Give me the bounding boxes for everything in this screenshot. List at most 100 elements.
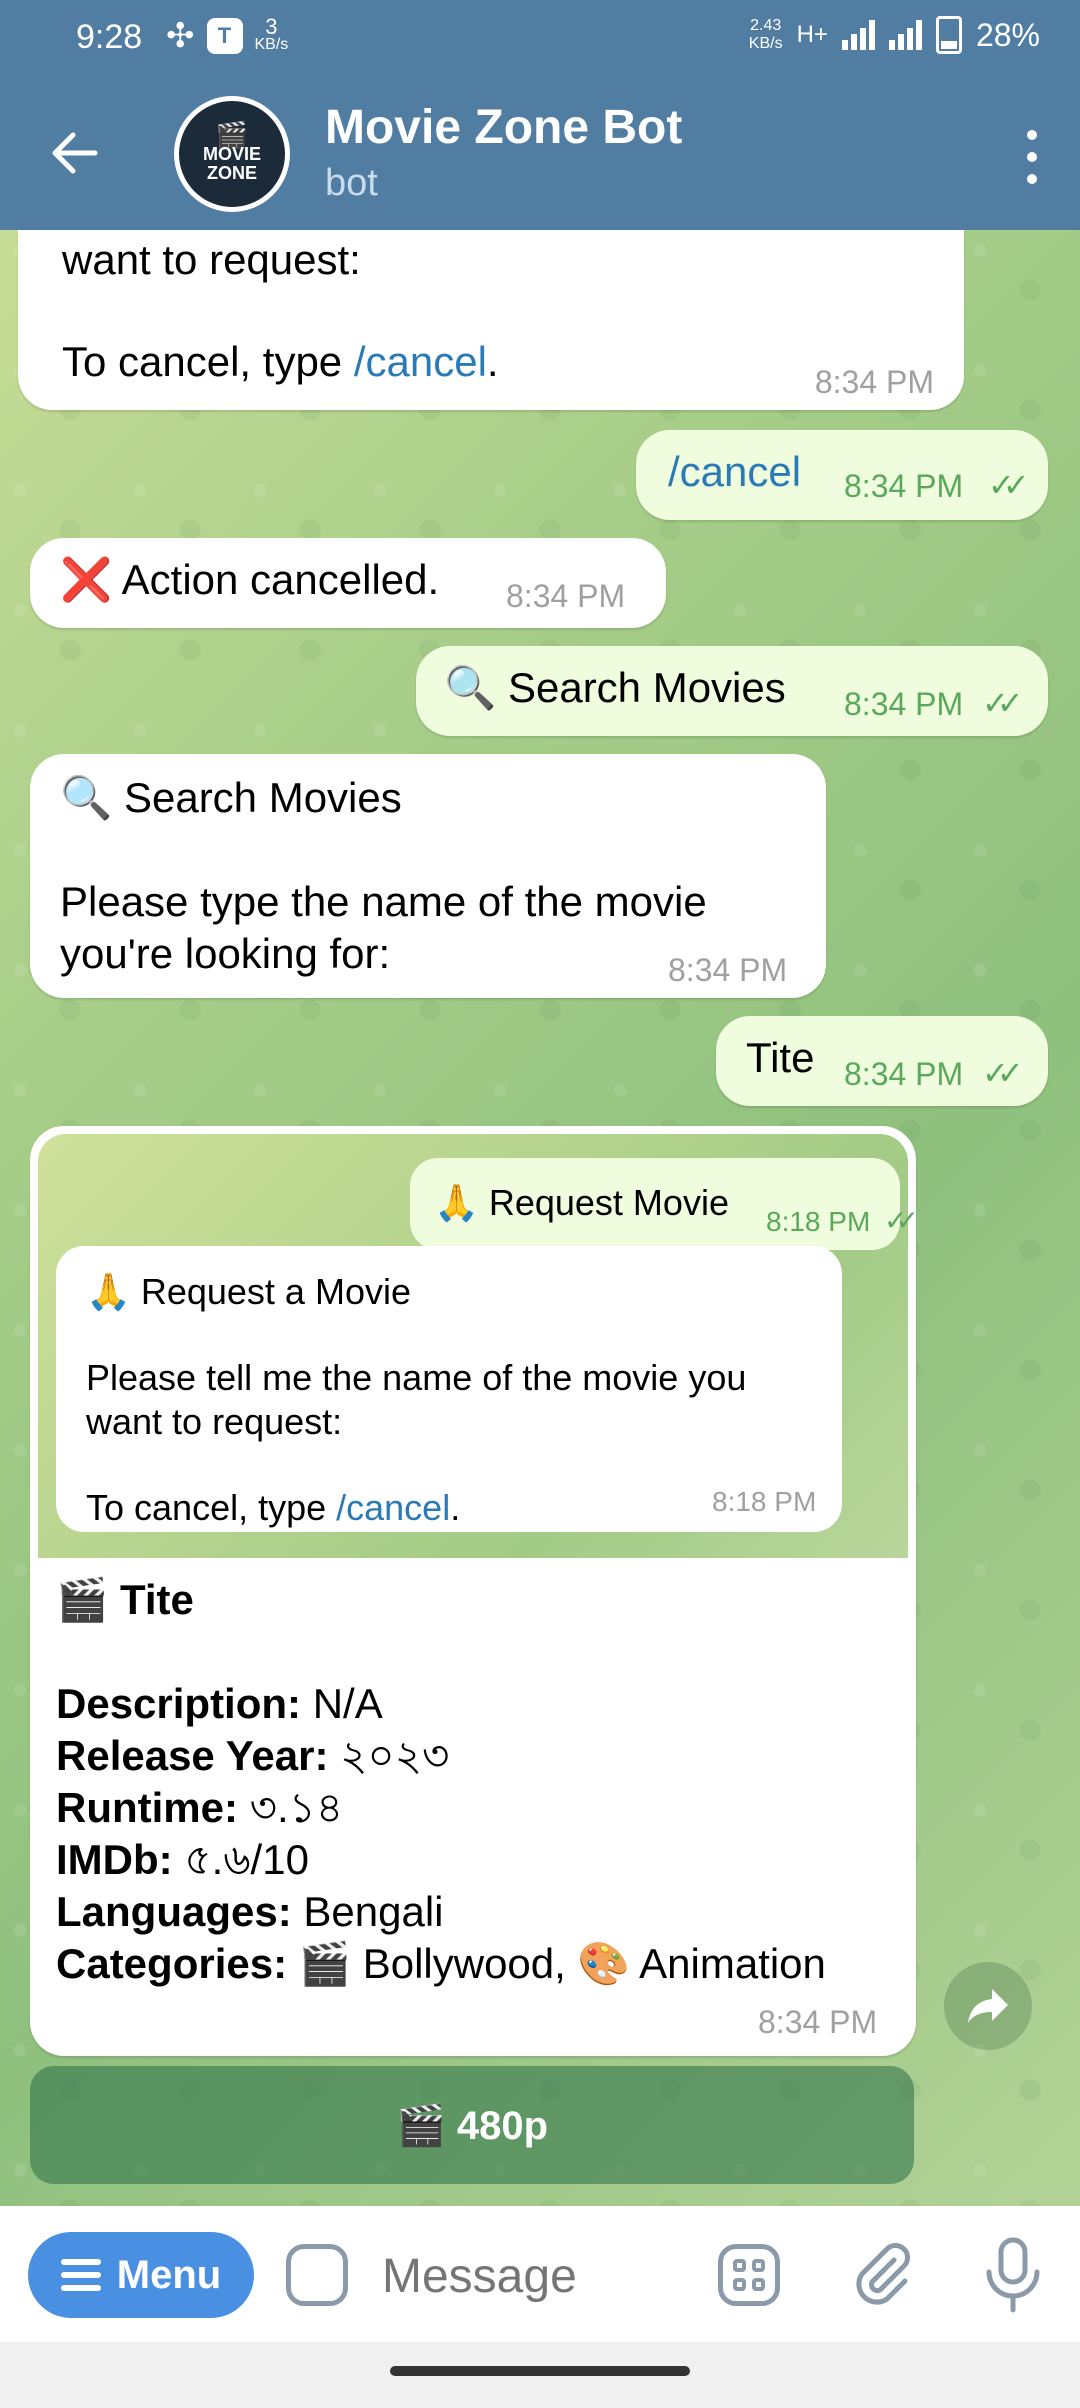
runtime-value: ৩.১৪ [249, 1784, 344, 1831]
message-input[interactable] [380, 2240, 684, 2312]
imdb-label: IMDb: [56, 1836, 173, 1883]
quoted-text: 🙏 Request Movie [434, 1182, 729, 1224]
quality-480p-button[interactable]: 🎬 480p [30, 2066, 914, 2184]
message-time: 8:34 PM [844, 686, 964, 722]
battery-icon [935, 16, 962, 54]
languages-value: Bengali [303, 1888, 444, 1935]
quoted-title: 🙏 Request a Movie [86, 1270, 812, 1314]
message-body-line2: you're looking for: [60, 930, 391, 977]
share-arrow-icon [968, 1989, 1008, 2023]
avatar-text-1: MOVIE [202, 143, 261, 164]
message-outgoing[interactable]: 🔍 Search Movies 8:34 PM ✓✓ [416, 646, 1048, 736]
bot-avatar[interactable]: 🎬 MOVIE ZONE [174, 96, 290, 212]
movie-runtime: Runtime: ৩.১৪ [56, 1782, 896, 1834]
movie-languages: Languages: Bengali [56, 1886, 896, 1938]
status-right-icons: 2.43 KB/s H+ 28% [749, 16, 1040, 54]
message-text: 🔍 Search Movies [444, 664, 786, 713]
categories-value: 🎬 Bollywood, 🎨 Animation [298, 1940, 826, 1987]
net-speed-value: 3 [265, 14, 278, 39]
message-title: 🔍 Search Movies [60, 774, 402, 823]
message-time: 8:34 PM [814, 364, 934, 400]
message-time: 8:34 PM [668, 952, 788, 988]
microphone-icon[interactable] [980, 2236, 1046, 2314]
movie-title: 🎬 Tite [56, 1574, 896, 1626]
quoted-cancel-link: /cancel [336, 1487, 451, 1528]
movie-categories: Categories: 🎬 Bollywood, 🎨 Animation [56, 1938, 896, 1990]
clapperboard-icon: 🎬 [56, 1576, 109, 1623]
net-speed-unit: KB/s [254, 36, 289, 53]
status-time: 9:28 [76, 18, 143, 56]
message-incoming[interactable]: want to request: To cancel, type /cancel… [18, 230, 964, 410]
message-text-value: Action cancelled. [121, 556, 440, 603]
message-time: 8:34 PM [844, 1056, 964, 1092]
description-label: Description: [56, 1680, 302, 1727]
right-speed-value: 2.43 [750, 17, 782, 34]
status-bar: 9:28 ✣ T 3 KB/s 2.43 KB/s H+ 28% [0, 0, 1080, 76]
message-text-line2: To cancel, type /cancel. [62, 338, 499, 386]
magnifier-icon: 🔍 [60, 774, 113, 821]
categories-label: Categories: [56, 1940, 288, 1987]
magnifier-icon: 🔍 [444, 664, 497, 711]
fan-icon: ✣ [166, 17, 195, 55]
movie-description: Description: N/A [56, 1678, 896, 1730]
message-body-line1: Please type the name of the movie [60, 878, 707, 925]
message-incoming[interactable]: 🔍 Search Movies Please type the name of … [30, 754, 826, 998]
sticker-icon[interactable] [286, 2244, 348, 2306]
more-options-button[interactable] [1010, 124, 1054, 190]
description-value: N/A [312, 1680, 383, 1727]
chat-header: 9:28 ✣ T 3 KB/s 2.43 KB/s H+ 28% 🎬 MOVIE… [0, 0, 1080, 230]
clapperboard-icon: 🎬 [215, 119, 249, 150]
network-type: H+ [796, 21, 828, 48]
dot-icon [1027, 130, 1037, 140]
attach-icon[interactable] [850, 2242, 916, 2308]
message-text: want to request: [62, 236, 361, 283]
app-notification-icon: T [206, 18, 243, 54]
message-title-text: Search Movies [123, 774, 402, 821]
double-check-icon: ✓✓ [982, 685, 1023, 721]
signal-icon-2 [888, 20, 922, 50]
double-check-icon: ✓✓ [988, 467, 1029, 503]
release-year-label: Release Year: [56, 1732, 329, 1779]
bot-commands-icon[interactable] [718, 2244, 780, 2306]
cancel-command-link[interactable]: /cancel [354, 338, 487, 385]
message-input-bar: Menu [0, 2206, 1080, 2342]
cross-mark-icon: ❌ [60, 556, 113, 603]
double-check-icon: ✓✓ [884, 1205, 916, 1236]
net-speed: 3 KB/s [254, 14, 289, 54]
menu-label: Menu [116, 2252, 222, 2297]
back-button[interactable] [40, 118, 110, 188]
quoted-cancel-prefix: To cancel, type [86, 1487, 337, 1528]
quoted-text-value: Request Movie [488, 1182, 729, 1223]
quoted-cancel-line: To cancel, type /cancel. [86, 1486, 812, 1530]
movie-title-text: Tite [119, 1576, 194, 1623]
share-button[interactable] [944, 1962, 1032, 2050]
quoted-time: 8:18 PM [766, 1206, 871, 1237]
runtime-label: Runtime: [56, 1784, 238, 1831]
cancel-prefix: To cancel, type [62, 338, 354, 385]
cancel-suffix: . [486, 338, 499, 385]
chat-subtitle: bot [325, 162, 378, 204]
message-outgoing[interactable]: /cancel 8:34 PM ✓✓ [636, 430, 1048, 520]
system-nav-bar [0, 2342, 1080, 2408]
message-incoming[interactable]: ❌ Action cancelled. 8:34 PM [30, 538, 666, 628]
home-gesture-handle[interactable] [390, 2366, 690, 2376]
right-net-speed: 2.43 KB/s [749, 17, 783, 53]
message-text-value: Search Movies [507, 664, 786, 711]
quoted-cancel-suffix: . [450, 1487, 461, 1528]
bot-menu-button[interactable]: Menu [28, 2232, 254, 2318]
message-time: 8:34 PM [506, 578, 626, 614]
languages-label: Languages: [56, 1888, 292, 1935]
movie-info-message[interactable]: 🙏 Request Movie 8:18 PM ✓✓ 🙏 Request a M… [30, 1126, 916, 2056]
imdb-value: ৫.৬/10 [184, 1836, 309, 1883]
message-text: Tite [746, 1034, 815, 1081]
movie-release-year: Release Year: ২০২৩ [56, 1730, 896, 1782]
movie-imdb: IMDb: ৫.৬/10 [56, 1834, 896, 1886]
message-text: /cancel [668, 448, 802, 495]
message-outgoing[interactable]: Tite 8:34 PM ✓✓ [716, 1016, 1048, 1106]
dot-icon [1027, 152, 1037, 162]
movie-details: 🎬 Tite Description: N/A Release Year: ২০… [56, 1574, 896, 1990]
release-year-value: ২০২৩ [340, 1732, 450, 1779]
chat-title[interactable]: Movie Zone Bot [325, 100, 682, 155]
message-time: 8:34 PM [758, 2004, 878, 2040]
hamburger-icon [60, 2259, 101, 2291]
